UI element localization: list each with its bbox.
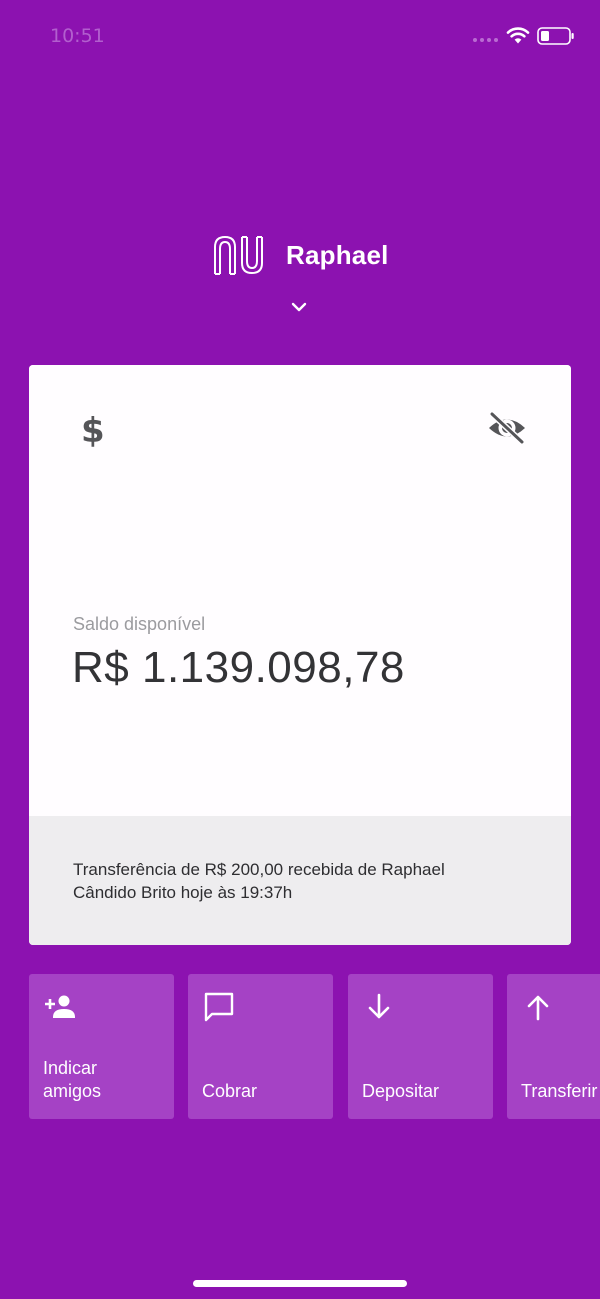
account-name: Raphael <box>286 239 389 270</box>
shortcut-indicar-amigos[interactable]: Indicar amigos <box>29 974 174 1119</box>
arrow-up-icon <box>527 995 549 1021</box>
chat-bubble-icon <box>204 992 234 1022</box>
brand: Raphael <box>212 233 389 277</box>
shortcut-depositar[interactable]: Depositar <box>348 974 493 1119</box>
eye-off-icon[interactable] <box>487 411 527 445</box>
account-header[interactable]: Raphael <box>0 225 600 325</box>
balance-card-main: $ Saldo disponível R$ 1.139.098,78 <box>29 365 571 816</box>
signal-dots-icon <box>473 38 498 42</box>
shortcut-label: Cobrar <box>202 1081 258 1101</box>
shortcut-carousel[interactable]: Indicar amigos Cobrar Depositar Transfer… <box>29 974 600 1119</box>
nu-logo <box>214 235 263 275</box>
home-indicator[interactable] <box>193 1280 407 1287</box>
recent-transaction-notice[interactable]: Transferência de R$ 200,00 recebida de R… <box>29 816 571 945</box>
status-bar: 10:51 <box>0 0 600 70</box>
status-time: 10:51 <box>50 25 105 47</box>
shortcut-transferir[interactable]: Transferir <box>507 974 600 1119</box>
balance-card[interactable]: $ Saldo disponível R$ 1.139.098,78 Trans… <box>29 365 571 945</box>
battery-icon <box>537 27 574 45</box>
balance-value: R$ 1.139.098,78 <box>72 643 405 692</box>
add-person-icon <box>45 995 75 1018</box>
shortcut-label: Transferir <box>521 1081 598 1101</box>
wifi-icon <box>506 27 530 44</box>
balance-label: Saldo disponível <box>73 614 206 634</box>
shortcut-label: Indicar amigos <box>43 1058 102 1101</box>
chevron-down-icon[interactable] <box>289 300 309 314</box>
shortcut-cobrar[interactable]: Cobrar <box>188 974 333 1119</box>
notice-text: Transferência de R$ 200,00 recebida de R… <box>73 860 445 902</box>
dollar-icon: $ <box>81 411 105 451</box>
shortcut-label: Depositar <box>362 1081 440 1101</box>
arrow-down-icon <box>368 993 390 1019</box>
